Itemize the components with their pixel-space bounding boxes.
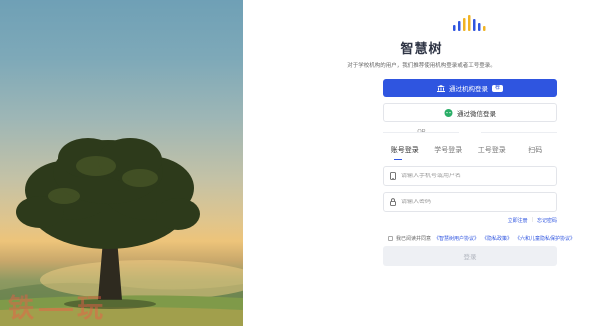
register-link[interactable]: 立即注册 — [508, 217, 528, 224]
login-panel: 智慧树 对于学校机构的用户，我们推荐使用机构登录或者工号登录。 通过机构登录 荐… — [243, 0, 600, 326]
institution-login-label: 通过机构登录 — [448, 86, 488, 93]
account-input[interactable] — [401, 173, 541, 179]
lock-icon — [390, 198, 396, 206]
agreement-checkbox[interactable] — [388, 236, 393, 241]
wechat-login-button[interactable]: 通过微信登录 — [383, 103, 557, 122]
brand-name: 智慧树 — [400, 42, 443, 57]
links-separator: | — [531, 217, 533, 223]
tab-staff-id[interactable]: 工号登录 — [470, 145, 514, 159]
hero-image: 铁玩 — [0, 0, 243, 326]
forgot-password-link[interactable]: 忘记密码 — [537, 217, 557, 224]
agreement-row: 我已阅读并同意 《智慧树用户协议》 《隐私政策》 《六和儿童隐私保护协议》 — [388, 235, 575, 242]
privacy-policy-link[interactable]: 《隐私政策》 — [482, 235, 512, 242]
recommend-badge: 荐 — [491, 84, 503, 92]
user-agreement-link[interactable]: 《智慧树用户协议》 — [434, 235, 479, 242]
watermark-dash — [39, 308, 74, 311]
institution-login-button[interactable]: 通过机构登录 荐 — [383, 79, 557, 97]
watermark-left: 铁 — [8, 294, 36, 324]
password-field — [383, 192, 557, 212]
tab-student-id[interactable]: 学号登录 — [427, 145, 471, 159]
tab-scan[interactable]: 扫码 — [514, 145, 558, 159]
login-tabs: 账号登录 学号登录 工号登录 扫码 — [383, 145, 558, 160]
watermark: 铁玩 — [8, 288, 104, 325]
phone-icon — [390, 172, 396, 180]
auth-links: 立即注册 | 忘记密码 — [383, 217, 557, 224]
watermark-right: 玩 — [77, 294, 105, 324]
tagline: 对于学校机构的用户，我们推荐使用机构登录或者工号登录。 — [347, 63, 496, 69]
account-field — [383, 166, 557, 186]
bank-icon — [436, 84, 445, 92]
tree-scene — [0, 138, 243, 326]
or-divider: OR — [243, 129, 600, 135]
password-input[interactable] — [401, 199, 541, 205]
children-privacy-link[interactable]: 《六和儿童隐私保护协议》 — [515, 235, 575, 242]
wechat-icon — [444, 108, 453, 117]
agreement-prefix: 我已阅读并同意 — [396, 236, 432, 242]
login-button[interactable]: 登录 — [383, 246, 557, 266]
wechat-login-label: 通过微信登录 — [457, 110, 496, 118]
brand-logo — [453, 15, 486, 31]
tab-account[interactable]: 账号登录 — [383, 145, 427, 160]
